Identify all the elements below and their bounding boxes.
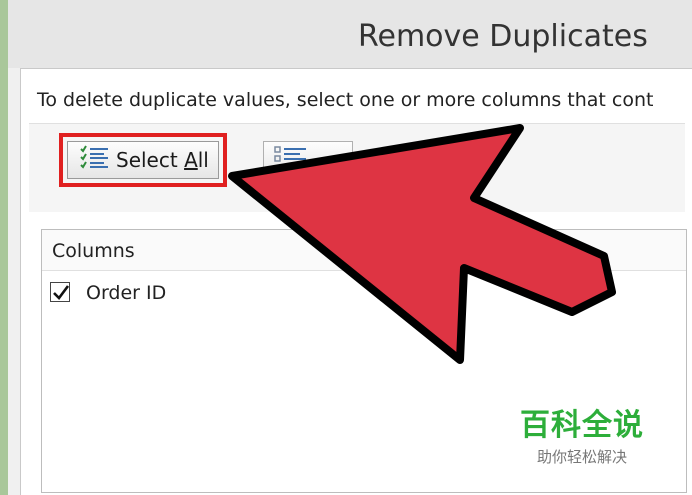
screenshot-stage: Remove Duplicates To delete duplicate va… [0, 0, 692, 495]
columns-header: Columns [42, 230, 686, 271]
list-item-label: Order ID [86, 282, 167, 304]
list-item[interactable]: Order ID [42, 274, 686, 310]
dialog-title: Remove Duplicates [358, 19, 648, 54]
checklist-icon [80, 144, 110, 176]
columns-list: Columns Order ID [41, 229, 687, 493]
dialog-titlebar: Remove Duplicates [8, 0, 692, 68]
order-id-checkbox[interactable] [50, 282, 70, 302]
select-all-label: Select All [116, 148, 209, 172]
dialog-body: To delete duplicate values, select one o… [20, 68, 692, 495]
unselect-all-button[interactable] [263, 141, 353, 179]
columns-header-label: Columns [52, 240, 135, 262]
select-all-button[interactable]: Select All [67, 141, 219, 179]
remove-duplicates-dialog: Remove Duplicates To delete duplicate va… [8, 0, 692, 495]
instruction-text: To delete duplicate values, select one o… [37, 89, 654, 111]
checkmark-icon [53, 285, 70, 300]
list-icon [274, 145, 308, 175]
